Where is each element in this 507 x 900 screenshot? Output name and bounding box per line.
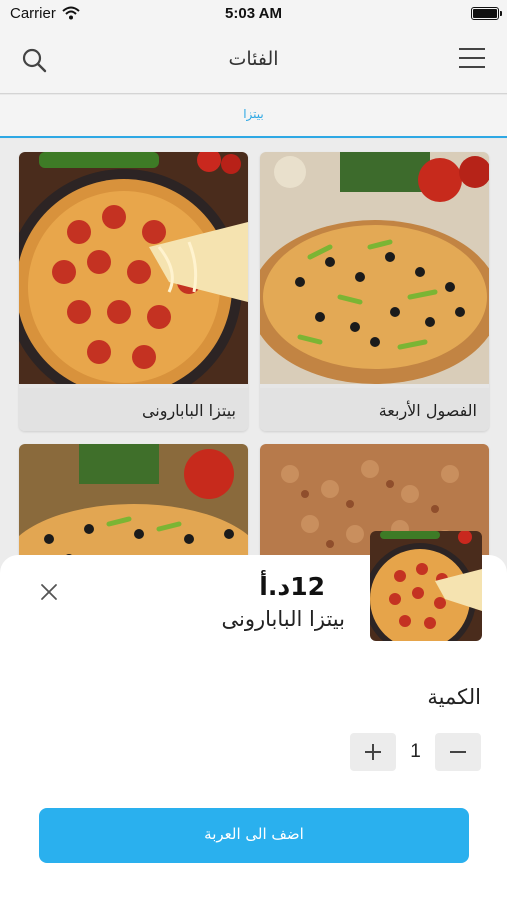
add-to-cart-button[interactable]: اضف الى العربة	[39, 808, 469, 863]
four-seasons-pizza-image	[260, 152, 489, 384]
status-bar: Carrier 5:03 AM	[0, 0, 507, 28]
product-name: الفصول الأربعة	[260, 388, 489, 431]
navigation-bar: الفئات	[0, 28, 507, 94]
product-name: بيتزا البابارونى	[19, 388, 248, 431]
page-title: الفئات	[228, 48, 279, 70]
quantity-stepper: 1	[350, 733, 481, 771]
hamburger-menu-icon[interactable]	[459, 48, 485, 70]
tab-pizza[interactable]: بيتزا	[0, 107, 507, 121]
product-price: 12د.أ	[259, 572, 325, 601]
product-grid: بيتزا البابارونى الفصول الأربعة	[0, 139, 507, 584]
quantity-value: 1	[410, 741, 421, 762]
selected-product-thumbnail	[370, 531, 482, 641]
decrease-quantity-button[interactable]	[435, 733, 481, 771]
battery-icon	[471, 7, 502, 20]
close-icon[interactable]	[38, 581, 60, 603]
status-clock: 5:03 AM	[225, 5, 282, 22]
product-name: بيتزا البابارونى	[221, 607, 345, 631]
product-card-pepperoni[interactable]: بيتزا البابارونى	[19, 152, 248, 431]
quantity-label: الكمية	[427, 685, 481, 709]
increase-quantity-button[interactable]	[350, 733, 396, 771]
minus-icon	[450, 751, 466, 753]
add-to-cart-sheet: 12د.أ بيتزا البابارونى الكمية 1 اضف الى …	[0, 531, 507, 900]
plus-icon	[365, 744, 381, 760]
category-tab-bar: بيتزا	[0, 95, 507, 138]
product-card-four-seasons[interactable]: الفصول الأربعة	[260, 152, 489, 431]
pepperoni-pizza-image	[19, 152, 248, 405]
